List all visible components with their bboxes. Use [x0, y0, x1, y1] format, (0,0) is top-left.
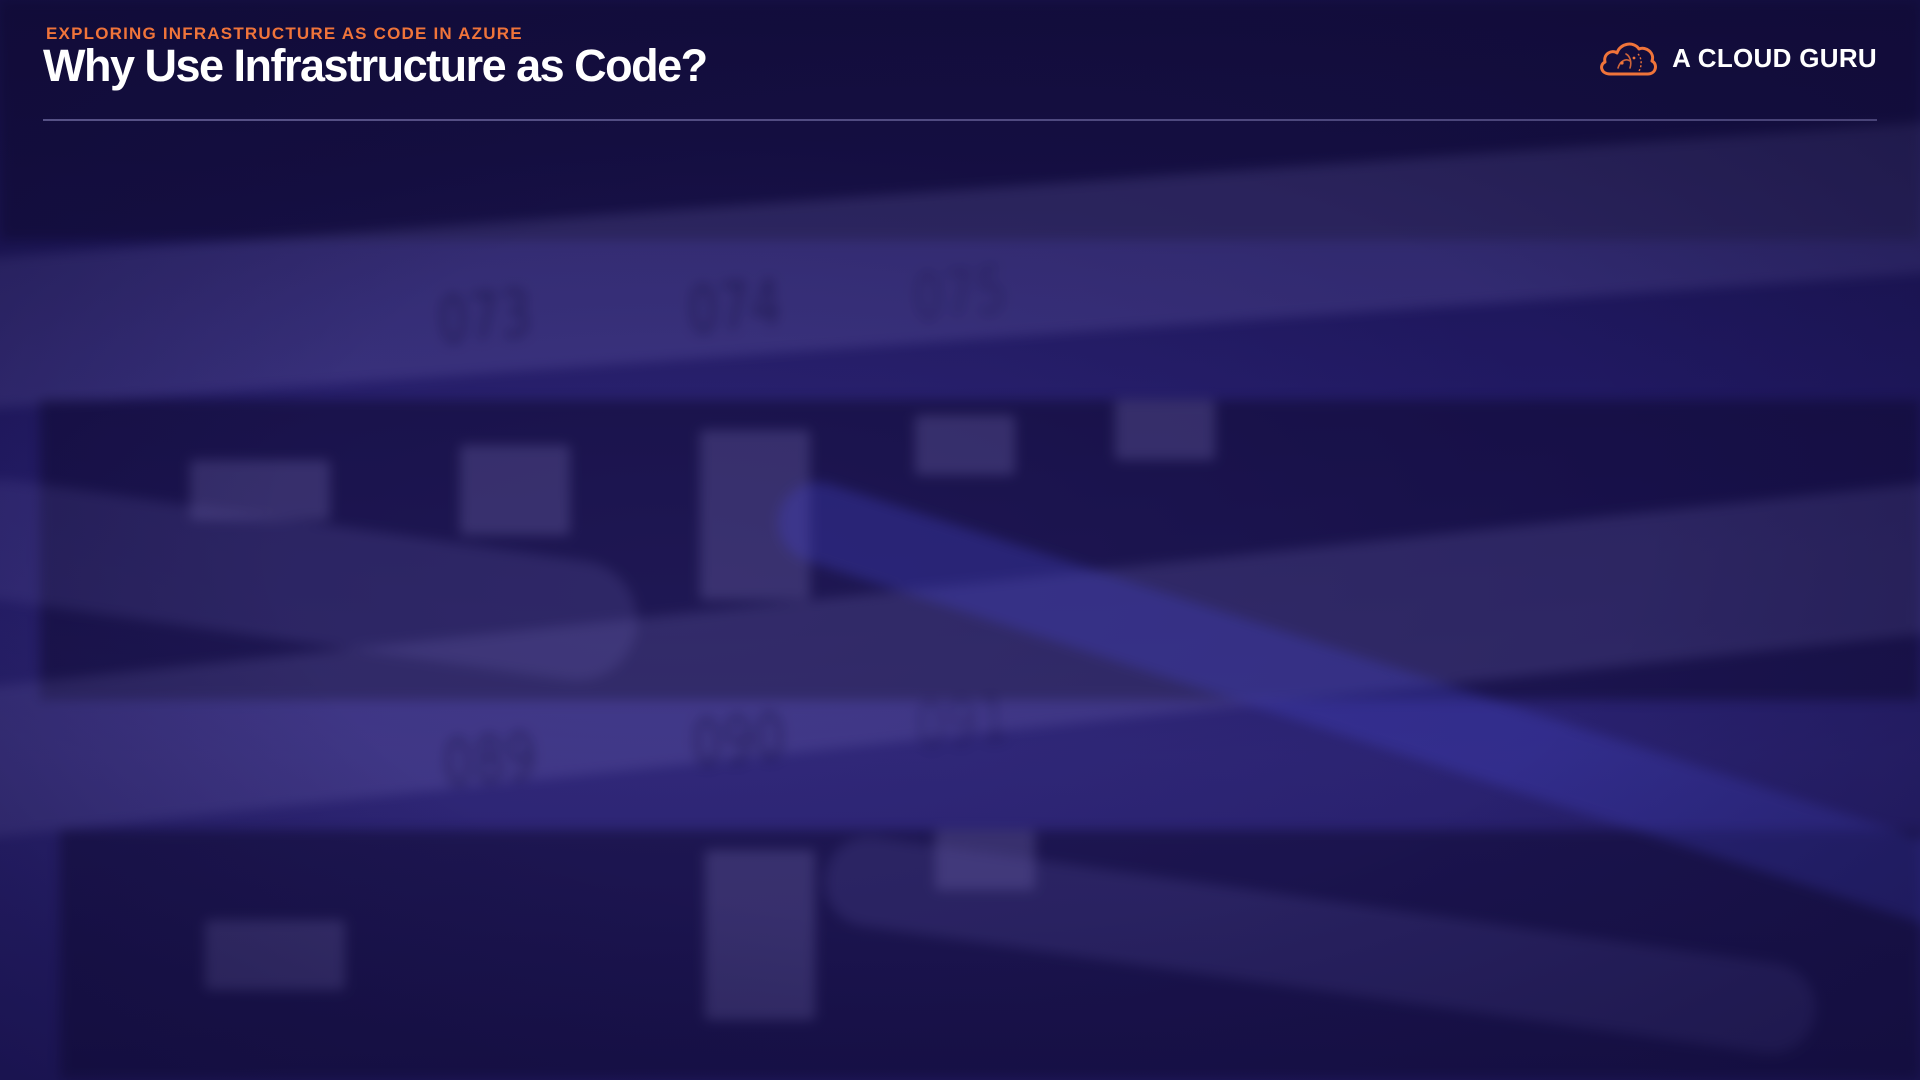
cloud-logo-icon: [1600, 42, 1658, 76]
brand-name: A CLOUD GURU: [1672, 42, 1877, 73]
vignette-overlay: [0, 0, 1920, 1080]
header-divider: [43, 119, 1877, 121]
brand-logo: A CLOUD GURU: [1596, 36, 1877, 80]
slide-header: EXPLORING INFRASTRUCTURE AS CODE IN AZUR…: [0, 0, 1920, 124]
slide-title: Why Use Infrastructure as Code?: [43, 40, 708, 91]
slide: 073 074 075 089 090 091 EXPLORING INFRAS…: [0, 0, 1920, 1080]
